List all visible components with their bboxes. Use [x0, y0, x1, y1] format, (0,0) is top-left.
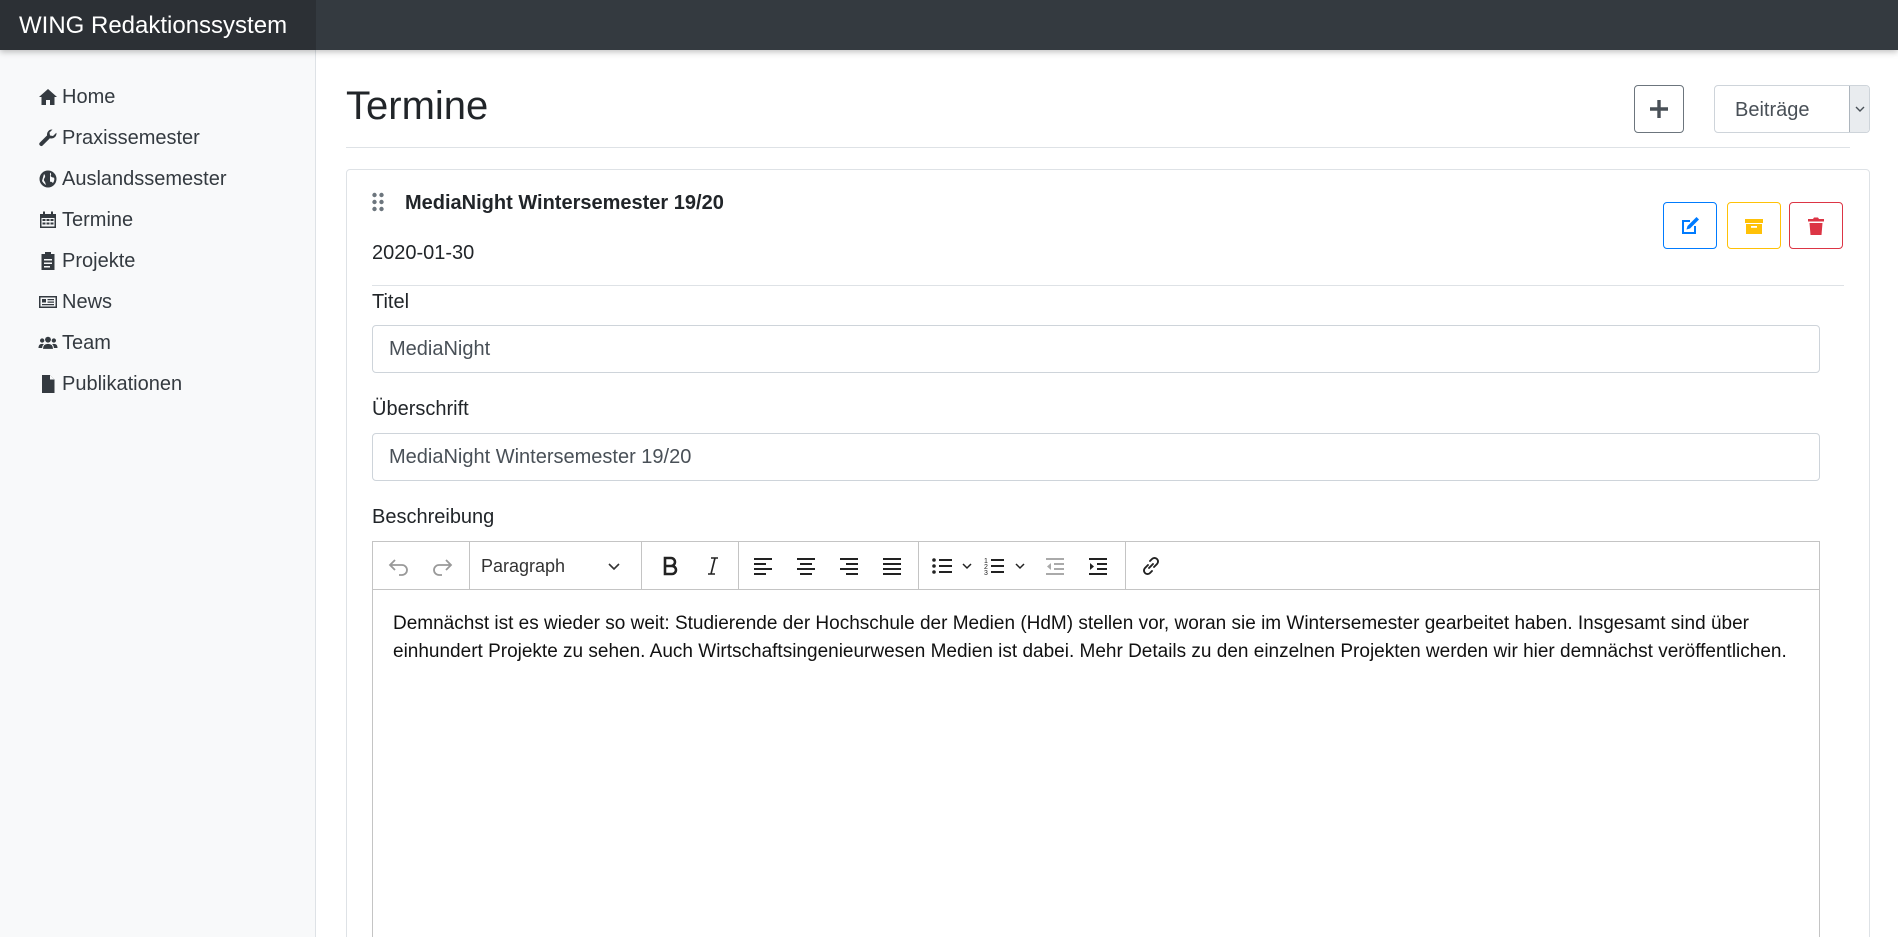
toolbar-separator: [918, 542, 919, 589]
titel-label: Titel: [372, 291, 410, 313]
card-divider: [372, 285, 1844, 286]
sidebar-item-label: Praxissemester: [62, 126, 200, 149]
bold-button[interactable]: [656, 552, 684, 580]
link-button[interactable]: [1137, 552, 1165, 580]
ueberschrift-input[interactable]: [372, 433, 1820, 481]
plus-icon: [1650, 100, 1668, 118]
align-left-icon: [754, 558, 772, 575]
sidebar-item-termine[interactable]: Termine: [38, 202, 133, 238]
title-divider: [346, 147, 1850, 148]
add-button[interactable]: [1634, 85, 1684, 133]
event-date: 2020-01-30: [372, 242, 475, 264]
top-navbar: WING Redaktionssystem: [0, 0, 1898, 50]
italic-button[interactable]: [699, 552, 727, 580]
sidebar-item-home[interactable]: Home: [38, 79, 115, 115]
undo-button[interactable]: [385, 552, 413, 580]
wrench-icon: [39, 129, 57, 146]
sidebar-item-projekte[interactable]: Projekte: [38, 243, 135, 279]
sidebar-item-label: News: [62, 290, 113, 313]
chevron-down-icon: [1849, 86, 1869, 132]
sidebar-item-label: Home: [62, 85, 116, 108]
drag-handle-icon[interactable]: [371, 191, 385, 213]
edit-icon: [1682, 216, 1699, 234]
ueberschrift-label: Überschrift: [372, 398, 469, 420]
rich-text-editor: Paragraph 1 2 3 Demnächst ist es wieder …: [372, 541, 1820, 937]
numbered-list-button[interactable]: 1 2 3: [983, 552, 1031, 580]
indent-icon: [1089, 558, 1107, 575]
italic-icon: [708, 557, 718, 575]
bullet-list-icon: [932, 558, 972, 574]
toolbar-separator: [641, 542, 642, 589]
chevron-down-icon: [608, 563, 620, 571]
editor-content[interactable]: Demnächst ist es wieder so weit: Studier…: [393, 610, 1793, 666]
sidebar-item-team[interactable]: Team: [38, 325, 111, 361]
bold-icon: [663, 556, 678, 576]
align-left-button[interactable]: [749, 552, 777, 580]
heading-select[interactable]: Paragraph: [481, 552, 631, 580]
globe-icon: [39, 170, 57, 188]
redo-icon: [433, 559, 453, 576]
align-justify-button[interactable]: [878, 552, 906, 580]
sidebar-item-auslandssemester[interactable]: Auslandssemester: [38, 161, 227, 197]
main-content: Termine Beiträge MediaNight Wintersemest…: [316, 50, 1898, 937]
bullet-list-button[interactable]: [930, 552, 978, 580]
link-icon: [1143, 557, 1159, 575]
event-card: MediaNight Wintersemester 19/20 2020-01-…: [346, 169, 1870, 937]
category-select[interactable]: Beiträge: [1714, 85, 1870, 133]
sidebar-item-news[interactable]: News: [38, 284, 112, 320]
archive-icon: [1745, 218, 1763, 234]
sidebar: Home Praxissemester Auslandssemester Ter…: [0, 50, 316, 937]
align-right-icon: [840, 558, 858, 575]
align-center-icon: [797, 558, 815, 575]
heading-select-value: Paragraph: [481, 555, 566, 576]
outdent-button[interactable]: [1041, 552, 1069, 580]
editor-toolbar: Paragraph 1 2 3: [373, 542, 1819, 590]
redo-button[interactable]: [428, 552, 456, 580]
users-icon: [38, 336, 58, 349]
align-center-button[interactable]: [792, 552, 820, 580]
undo-icon: [388, 559, 408, 576]
sidebar-item-publikationen[interactable]: Publikationen: [38, 366, 182, 402]
clipboard-icon: [41, 252, 55, 270]
sidebar-item-label: Team: [62, 331, 111, 354]
beschreibung-label: Beschreibung: [372, 506, 495, 528]
indent-button[interactable]: [1084, 552, 1112, 580]
calendar-icon: [40, 211, 56, 228]
toolbar-separator: [738, 542, 739, 589]
sidebar-item-label: Termine: [62, 208, 134, 231]
home-icon: [39, 89, 57, 105]
toolbar-separator: [469, 542, 470, 589]
file-icon: [42, 375, 55, 393]
page-title: Termine: [346, 84, 489, 128]
outdent-icon: [1046, 558, 1064, 575]
toolbar-separator: [1125, 542, 1126, 589]
category-select-value: Beiträge: [1735, 99, 1810, 121]
svg-text:3: 3: [984, 570, 988, 577]
sidebar-item-label: Auslandssemester: [62, 167, 227, 190]
delete-button[interactable]: [1789, 202, 1843, 249]
sidebar-item-praxissemester[interactable]: Praxissemester: [38, 120, 200, 156]
titel-input[interactable]: [372, 325, 1820, 373]
brand-title[interactable]: WING Redaktionssystem: [0, 0, 316, 50]
sidebar-item-label: Projekte: [62, 249, 136, 272]
newspaper-icon: [39, 296, 57, 308]
archive-button[interactable]: [1727, 202, 1781, 249]
numbered-list-icon: 1 2 3: [984, 558, 1025, 577]
edit-button[interactable]: [1663, 202, 1717, 249]
trash-icon: [1808, 217, 1824, 235]
card-title: MediaNight Wintersemester 19/20: [405, 192, 724, 214]
sidebar-item-label: Publikationen: [62, 372, 183, 395]
align-justify-icon: [883, 558, 901, 575]
align-right-button[interactable]: [835, 552, 863, 580]
